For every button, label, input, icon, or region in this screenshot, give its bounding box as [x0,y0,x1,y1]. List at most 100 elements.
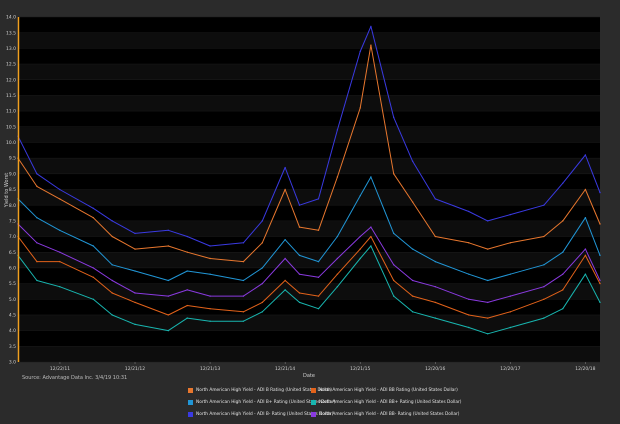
legend-item-bb-plus[interactable]: North American High Yield - ADI BB+ Rati… [311,399,461,405]
legend-swatch [188,387,193,393]
legend-item-b-minus[interactable]: North American High Yield - ADI B- Ratin… [188,411,333,417]
data-point [393,264,395,266]
data-point [36,173,38,175]
data-point [111,264,113,266]
data-point [487,279,489,282]
data-point [584,217,587,219]
data-point [134,248,136,250]
data-point [111,292,113,294]
data-point [261,311,264,313]
data-point [562,251,564,253]
data-point [562,220,564,222]
y-tick-label: 12.5 [6,62,16,68]
data-point [543,298,545,300]
data-point [242,320,245,322]
data-point [359,257,361,260]
data-point [261,267,264,269]
data-point [59,188,61,191]
data-point [317,229,320,231]
y-tick-label: 4.0 [9,328,16,334]
data-point [284,166,286,169]
data-point [411,160,414,162]
data-point [111,220,113,222]
data-point [509,242,512,244]
data-point [186,304,188,307]
data-point [336,257,339,260]
data-point [36,185,38,188]
x-tick-label: 12/21/13 [200,366,220,372]
data-point [434,286,436,288]
data-point [167,245,170,247]
data-point [242,311,245,313]
data-point [36,279,38,282]
data-point [111,279,113,282]
data-point [509,213,512,216]
x-tick-label: 12/22/11 [50,366,70,372]
legend: North American High Yield - ADI B Rating… [188,384,461,420]
x-tick-labels: 12/22/11 12/21/12 12/21/13 12/21/14 12/21/15… [50,362,596,372]
data-point [92,276,94,279]
x-tick-label: 12/20/17 [500,366,520,372]
x-axis-label: Date [303,373,315,379]
data-point [134,292,136,294]
data-point [434,260,436,263]
data-point [134,301,136,304]
x-tick-label: 12/21/12 [125,366,145,372]
y-tick-label: 4.5 [9,313,16,319]
data-point [298,204,301,206]
data-point [584,254,587,257]
data-point [298,226,301,228]
data-point [509,311,512,313]
grid-band [18,32,600,49]
line-chart: 3.03.54.04.55.05.56.06.57.07.58.08.59.09… [4,15,601,379]
data-point [317,295,320,297]
grid-band [18,95,600,112]
chart-container: 3.0 3.5 4.0 4.5 5.0 5.5 6.0 6.5 7.0 7.5 8.0 8.5 9.0 9… [0,0,620,420]
data-point [359,248,361,250]
data-point [370,176,372,178]
y-tick-label: 7.5 [9,218,16,224]
data-point [543,317,545,319]
y-tick-label: 13.5 [6,30,16,36]
data-point [92,267,94,269]
data-point [468,210,470,213]
y-tick-label: 11.0 [6,109,16,115]
legend-item-b-plus[interactable]: North American High Yield - ADI B+ Ratin… [188,399,336,405]
data-point [209,307,211,310]
y-tick-label: 10.0 [6,140,16,146]
data-point [487,301,489,304]
data-point [584,273,587,275]
data-point [434,235,436,238]
legend-label: North American High Yield - ADI BB Ratin… [319,387,458,393]
data-point [36,260,38,263]
data-point [167,295,170,297]
data-point [284,257,286,260]
legend-item-bb-minus[interactable]: North American High Yield - ADI BB- Rati… [311,411,459,417]
data-point [92,298,94,300]
data-point [336,176,339,178]
data-point [509,295,512,297]
data-point [370,245,372,247]
data-point [134,270,136,272]
data-point [186,317,188,319]
legend-swatch [188,411,193,417]
data-point [36,217,38,219]
data-point [298,301,301,304]
data-point [411,279,414,282]
data-point [359,195,361,197]
data-point [370,226,372,228]
data-point [209,320,211,322]
grid-band [18,252,600,268]
grid-band [18,189,600,206]
data-point [261,282,264,285]
y-tick-label: 14.0 [6,15,16,21]
data-point [36,242,38,244]
grid-band [18,158,600,174]
data-point [284,279,286,282]
data-point [209,273,211,275]
legend-item-bb[interactable]: North American High Yield - ADI BB Ratin… [311,387,458,393]
legend-item-b[interactable]: North American High Yield - ADI B Rating… [188,387,332,393]
data-point [599,301,601,304]
data-point [543,204,545,206]
data-point [261,242,264,244]
